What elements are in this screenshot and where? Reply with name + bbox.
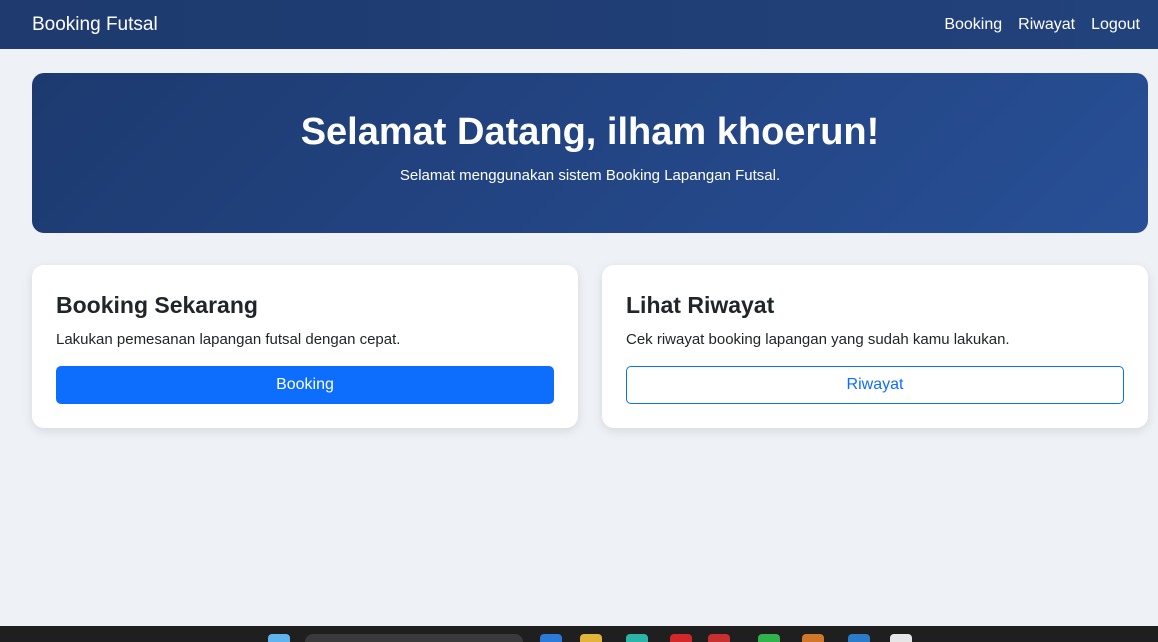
history-card-text: Cek riwayat booking lapangan yang sudah … (626, 331, 1010, 348)
booking-card: Booking Sekarang Lakukan pemesanan lapan… (32, 265, 578, 428)
chrome-icon[interactable] (708, 634, 730, 642)
app-icon[interactable] (758, 634, 780, 642)
welcome-title: Selamat Datang, ilham khoerun! (300, 111, 880, 153)
app-icon[interactable] (670, 634, 692, 642)
history-card-title: Lihat Riwayat (626, 292, 775, 318)
folder-icon[interactable] (580, 634, 602, 642)
top-navbar: Booking Futsal Booking Riwayat Logout (0, 0, 1158, 49)
os-taskbar (0, 626, 1158, 642)
app-icon[interactable] (802, 634, 824, 642)
history-card: Lihat Riwayat Cek riwayat booking lapang… (602, 265, 1148, 428)
app-icon[interactable] (626, 634, 648, 642)
brand-title[interactable]: Booking Futsal (32, 14, 158, 36)
nav-link-logout[interactable]: Logout (1091, 16, 1140, 34)
history-button[interactable]: Riwayat (626, 366, 1124, 404)
welcome-banner: Selamat Datang, ilham khoerun! Selamat m… (32, 73, 1148, 233)
taskbar-search-box[interactable] (305, 634, 523, 642)
nav-link-booking[interactable]: Booking (944, 16, 1002, 34)
booking-button[interactable]: Booking (56, 366, 554, 404)
nav-links: Booking Riwayat Logout (944, 16, 1140, 34)
welcome-subtitle: Selamat menggunakan sistem Booking Lapan… (399, 167, 781, 184)
booking-card-title: Booking Sekarang (56, 292, 258, 318)
app-icon[interactable] (890, 634, 912, 642)
vscode-icon[interactable] (848, 634, 870, 642)
nav-link-riwayat[interactable]: Riwayat (1018, 16, 1075, 34)
edge-icon[interactable] (540, 634, 562, 642)
booking-card-text: Lakukan pemesanan lapangan futsal dengan… (56, 331, 401, 348)
start-icon[interactable] (268, 634, 290, 642)
